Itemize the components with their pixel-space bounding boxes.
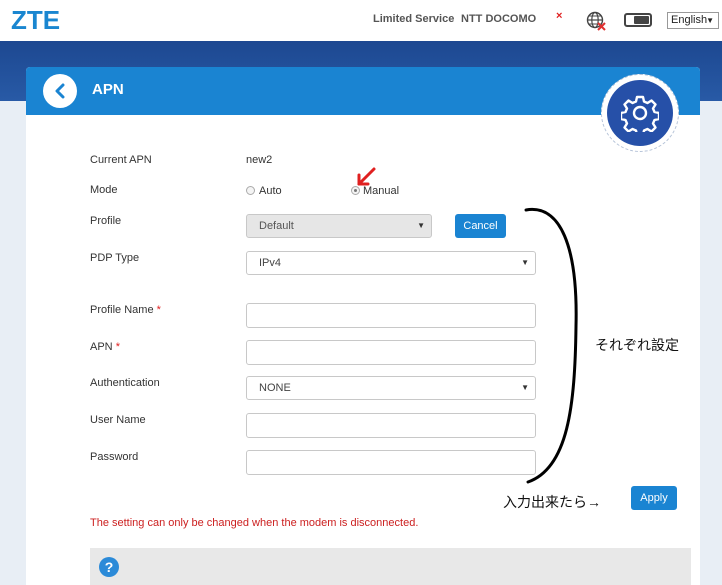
profile-name-label: Profile Name * [90,304,161,316]
annotation-after-input: 入力出来たら→ [503,494,601,510]
authentication-label: Authentication [90,377,160,389]
pdp-type-value: IPv4 [259,257,282,269]
password-input[interactable] [246,450,536,475]
mode-label: Mode [90,184,118,196]
profile-value: Default [259,220,294,232]
help-bar: ? [90,548,691,585]
battery-icon [624,13,652,27]
service-status: Limited Service [373,13,455,25]
current-apn-label: Current APN [90,154,152,166]
no-signal-mark: × [556,10,563,22]
pdp-type-label: PDP Type [90,252,140,264]
cancel-button[interactable]: Cancel [455,214,506,238]
chevron-down-icon: ▼ [706,16,714,25]
operator-name: NTT DOCOMO [461,13,537,25]
globe-disconnected-icon [586,11,606,31]
apply-button[interactable]: Apply [631,486,677,510]
required-mark: * [115,341,120,353]
user-name-label: User Name [90,414,146,426]
authentication-select[interactable]: NONE ▼ [246,376,536,400]
password-label: Password [90,451,139,463]
chevron-left-icon [55,83,65,99]
apn-input[interactable] [246,340,536,365]
authentication-value: NONE [259,382,291,394]
language-value: English [671,14,708,26]
mode-auto-radio[interactable] [246,186,255,195]
mode-auto-label: Auto [259,185,282,197]
gear-icon [621,95,659,132]
help-icon[interactable]: ? [99,557,119,577]
page-title: APN [92,81,124,98]
required-mark: * [156,304,161,316]
panel-header: APN [26,67,700,115]
language-select[interactable]: English ▼ [667,12,719,29]
back-button[interactable] [43,74,77,108]
user-name-input[interactable] [246,413,536,438]
zte-logo: ZTE [11,5,61,35]
profile-name-input[interactable] [246,303,536,328]
top-bar: ZTE Limited Service NTT DOCOMO × English… [0,0,722,41]
settings-badge [601,74,679,152]
current-apn-value: new2 [246,154,273,166]
bracket-annotation [524,207,578,484]
apn-text: APN [90,341,113,353]
chevron-down-icon: ▼ [417,221,425,230]
pdp-type-select[interactable]: IPv4 ▼ [246,251,536,275]
red-arrow-annotation [357,167,376,186]
annotation-each-setting: それぞれ設定 [595,337,679,353]
disconnect-notice: The setting can only be changed when the… [90,517,419,529]
profile-select[interactable]: Default ▼ [246,214,432,238]
apn-label: APN * [90,341,120,353]
profile-name-text: Profile Name [90,304,154,316]
profile-label: Profile [90,215,122,227]
